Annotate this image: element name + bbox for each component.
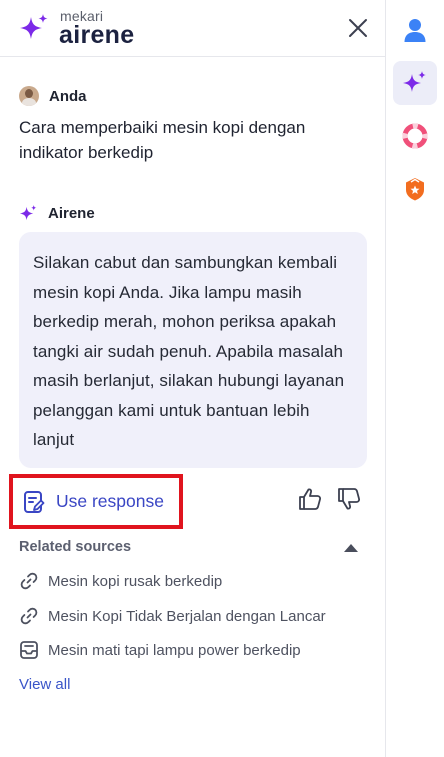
link-icon: [20, 572, 38, 590]
bot-message: Silakan cabut dan sambungkan kembali mes…: [33, 253, 345, 449]
document-edit-icon: [24, 490, 45, 513]
view-all-link[interactable]: View all: [19, 676, 70, 693]
sparkle-icon: [403, 71, 426, 92]
panel-header: mekari airene: [0, 0, 386, 57]
rail-badge-button[interactable]: [393, 167, 437, 211]
user-name: Anda: [49, 87, 87, 105]
related-source-label: Mesin Kopi Tidak Berjalan dengan Lancar: [48, 607, 326, 625]
close-icon[interactable]: [344, 14, 372, 42]
related-source-item[interactable]: Mesin mati tapi lampu power berkedip: [19, 639, 301, 661]
thumbs-up-icon[interactable]: [297, 486, 323, 512]
use-response-label: Use response: [56, 491, 164, 511]
link-icon: [20, 607, 38, 625]
bot-message-header: Airene: [19, 203, 95, 223]
shield-star-icon: [406, 178, 424, 201]
rail-profile-button[interactable]: [393, 8, 437, 52]
person-icon: [404, 19, 426, 42]
related-sources-header: Related sources: [19, 539, 359, 559]
rail-airene-button[interactable]: [393, 61, 437, 105]
airene-panel: mekari airene Anda Cara memperbaiki mesi…: [0, 0, 386, 757]
collapse-caret-icon[interactable]: [344, 544, 358, 552]
sparkle-icon: [19, 204, 37, 220]
inbox-icon: [20, 641, 38, 659]
user-message: Cara memperbaiki mesin kopi dengan indik…: [19, 118, 306, 162]
use-response-button[interactable]: Use response: [9, 474, 183, 529]
right-app-rail: [386, 0, 444, 757]
rail-support-button[interactable]: [393, 114, 437, 158]
user-message-header: Anda: [19, 86, 87, 106]
thumbs-down-icon[interactable]: [336, 486, 362, 512]
sparkle-logo-icon: [20, 14, 48, 39]
brand-title: airene: [59, 21, 135, 49]
related-source-label: Mesin mati tapi lampu power berkedip: [48, 641, 301, 659]
related-sources-title: Related sources: [19, 539, 132, 555]
bot-name: Airene: [48, 204, 95, 222]
related-source-item[interactable]: Mesin kopi rusak berkedip: [19, 570, 222, 592]
bot-message-bubble: Silakan cabut dan sambungkan kembali mes…: [19, 232, 367, 468]
related-source-label: Mesin kopi rusak berkedip: [48, 572, 223, 590]
lifebuoy-icon: [402, 123, 428, 149]
avatar: [19, 86, 39, 106]
related-source-item[interactable]: Mesin Kopi Tidak Berjalan dengan Lancar: [19, 605, 326, 627]
